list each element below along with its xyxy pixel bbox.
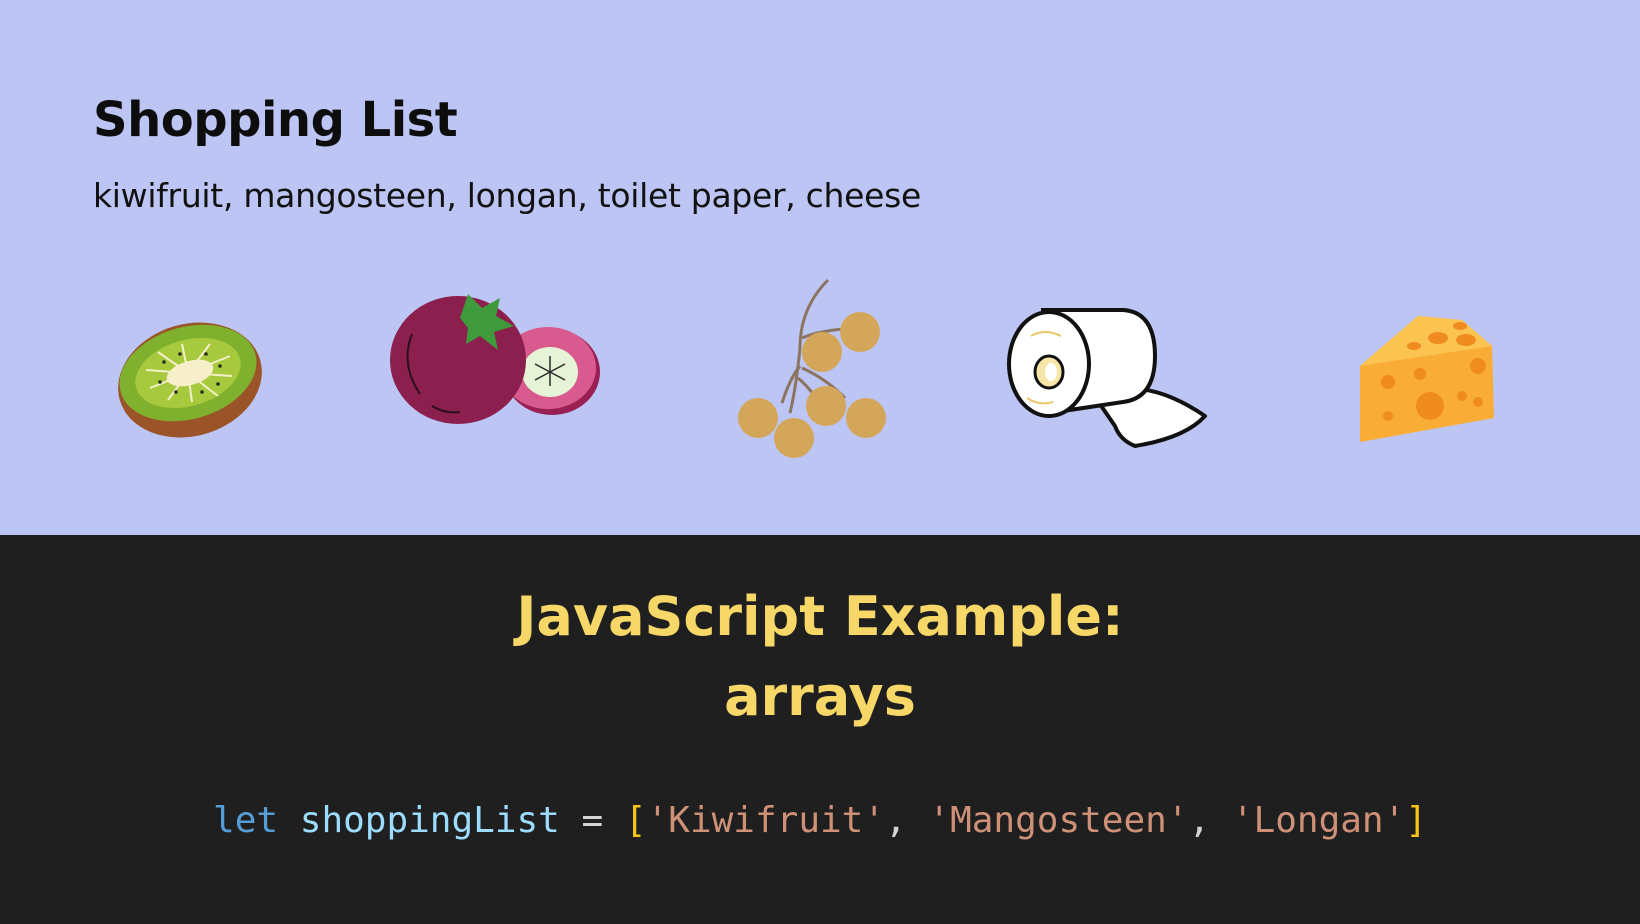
code-close-bracket: ]	[1405, 800, 1427, 841]
code-keyword: let	[213, 800, 279, 841]
code-comma: ,	[885, 800, 907, 841]
page-title: Shopping List	[93, 92, 458, 148]
mangosteen-icon	[390, 294, 600, 424]
example-subheading: arrays	[724, 665, 916, 728]
code-open-bracket: [	[624, 800, 647, 841]
code-comma: ,	[1188, 800, 1211, 841]
code-snippet: let shoppingList = ['Kiwifruit', 'Mangos…	[0, 800, 1640, 841]
toilet-paper-icon	[1007, 308, 1207, 448]
code-variable: shoppingList	[299, 800, 560, 841]
code-string: 'Mangosteen'	[928, 800, 1189, 841]
cheese-icon	[1360, 316, 1494, 442]
code-string: 'Kiwifruit'	[646, 800, 886, 841]
longan-icon	[738, 278, 886, 458]
shopping-list-panel: Shopping List kiwifruit, mangosteen, lon…	[0, 0, 1640, 535]
example-heading: JavaScript Example:	[516, 585, 1124, 648]
shopping-items-text: kiwifruit, mangosteen, longan, toilet pa…	[93, 176, 922, 215]
kiwi-icon	[118, 322, 262, 438]
code-string: 'Longan'	[1231, 800, 1406, 841]
code-operator: =	[581, 800, 604, 841]
